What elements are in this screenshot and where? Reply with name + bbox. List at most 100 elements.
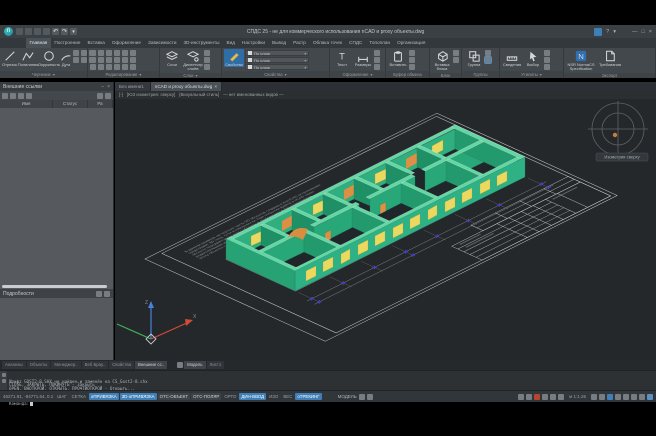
text-button[interactable]: T Текст: [332, 49, 352, 67]
help-button[interactable]: ?: [606, 29, 609, 35]
tool-icon[interactable]: [544, 50, 550, 56]
details-area[interactable]: [0, 298, 113, 360]
tool-icon[interactable]: [106, 57, 112, 63]
tool-icon[interactable]: [98, 50, 104, 56]
layout-icon[interactable]: [359, 394, 365, 400]
group-button[interactable]: Группа: [464, 49, 484, 67]
quick-access-icon[interactable]: [52, 28, 59, 35]
toolbar-icon[interactable]: [518, 394, 524, 400]
close-button[interactable]: ×: [649, 29, 652, 35]
view-scale[interactable]: м 1:1.26: [569, 394, 586, 399]
tool-icon[interactable]: [81, 50, 87, 56]
toolbar-icon[interactable]: [599, 394, 605, 400]
status-toggle[interactable]: ВЕС: [281, 393, 294, 400]
tool-icon[interactable]: [130, 64, 136, 70]
ribbon-tab[interactable]: Облака точек: [309, 38, 345, 48]
select-button[interactable]: Выбор: [523, 49, 543, 67]
document-tab[interactable]: nCAD и proxy объекты.dwg×: [151, 82, 222, 91]
ribbon-tab[interactable]: Оформление: [108, 38, 144, 48]
viewport-icon[interactable]: [367, 394, 373, 400]
toolbar-icon[interactable]: [526, 394, 532, 400]
toolbar-icon[interactable]: [26, 93, 32, 99]
tool-icon[interactable]: [485, 50, 491, 56]
toolbar-icon[interactable]: [534, 394, 540, 400]
match-properties-icon[interactable]: [409, 64, 415, 70]
status-toggle[interactable]: ОТС-ОБЪЕКТ: [158, 393, 191, 400]
ribbon-group-label[interactable]: Буфер обмена: [386, 71, 429, 78]
maximize-button[interactable]: □: [641, 29, 644, 35]
tool-icon[interactable]: [374, 57, 380, 63]
status-toggle[interactable]: оТРЕКИНГ: [295, 393, 321, 400]
tool-icon[interactable]: [544, 57, 550, 63]
ribbon-group-label[interactable]: Блок: [430, 73, 461, 78]
toolbar-icon[interactable]: [96, 291, 102, 297]
model-space-button[interactable]: МОДЕЛЬ: [338, 394, 357, 399]
ribbon-group-label[interactable]: Экспорт: [564, 73, 655, 78]
polyline-button[interactable]: Полилиния: [18, 49, 38, 67]
quick-access-icon[interactable]: [34, 28, 41, 35]
status-toggle[interactable]: 3D-оПРИВЯЗКА: [120, 393, 157, 400]
tool-icon[interactable]: [90, 50, 96, 56]
panel-tab[interactable]: Веб Брау..: [82, 361, 109, 369]
dimensions-button[interactable]: Размеры: [353, 49, 373, 67]
tool-icon[interactable]: [374, 64, 380, 70]
tool-icon[interactable]: [453, 57, 459, 63]
toolbar-icon[interactable]: [105, 93, 111, 99]
status-toggle[interactable]: СЕТКА: [70, 393, 88, 400]
tool-icon[interactable]: [114, 50, 120, 56]
tool-icon[interactable]: [98, 64, 104, 70]
ribbon-tab[interactable]: Главная: [26, 38, 51, 48]
cut-icon[interactable]: [409, 50, 415, 56]
layout-grid-icon[interactable]: [177, 362, 183, 368]
paste-button[interactable]: Вставить: [388, 49, 408, 67]
ribbon-tab[interactable]: Построение: [51, 38, 84, 48]
layer-on-icon[interactable]: [204, 50, 210, 56]
tool-icon[interactable]: [122, 57, 128, 63]
tool-icon[interactable]: [106, 50, 112, 56]
ribbon-tab[interactable]: Топоплан: [366, 38, 394, 48]
tool-icon[interactable]: [73, 57, 79, 63]
ribbon-tab[interactable]: Вставка: [84, 38, 108, 48]
ribbon-group-label[interactable]: Утилиты▾: [500, 71, 563, 78]
xref-list-area[interactable]: [0, 108, 113, 284]
help-dropdown-icon[interactable]: ▾: [613, 29, 616, 35]
toolbar-icon[interactable]: [647, 394, 653, 400]
ribbon-group-label[interactable]: Редактирование▾: [88, 71, 159, 78]
color-combo[interactable]: По слою▾: [245, 50, 309, 56]
viewport-control[interactable]: — нет именованных видов —: [223, 91, 283, 99]
viewport-control[interactable]: [-]: [119, 91, 123, 99]
ribbon-tab[interactable]: Настройки: [238, 38, 268, 48]
status-toggle[interactable]: ИЗО: [267, 393, 280, 400]
tool-icon[interactable]: [73, 50, 79, 56]
toolbar-icon[interactable]: [623, 394, 629, 400]
column-header-size[interactable]: Ра: [88, 100, 113, 108]
requirements-button[interactable]: Требования: [597, 49, 623, 67]
tool-icon[interactable]: [485, 57, 491, 63]
drawing-canvas[interactable]: В данном примере на чертеже часть 3D объ…: [115, 99, 656, 360]
tool-icon[interactable]: [374, 50, 380, 56]
layout-tab[interactable]: Модель: [184, 361, 205, 369]
toolbar-icon[interactable]: [558, 394, 564, 400]
tool-icon[interactable]: [130, 50, 136, 56]
panel-tab[interactable]: Свойства: [109, 361, 134, 369]
toolbar-icon[interactable]: [542, 394, 548, 400]
layer-manager-button[interactable]: Диспетчер слоёв: [183, 49, 203, 72]
tool-icon[interactable]: [106, 64, 112, 70]
tool-icon[interactable]: [544, 64, 550, 70]
ribbon-tab[interactable]: Зависимости: [145, 38, 180, 48]
tool-icon[interactable]: [122, 50, 128, 56]
ribbon-tab[interactable]: Вывод: [268, 38, 289, 48]
toolbar-icon[interactable]: [104, 291, 110, 297]
close-icon[interactable]: ×: [107, 84, 110, 90]
quick-access-icon[interactable]: [70, 28, 77, 35]
line-button[interactable]: Отрезок: [2, 49, 17, 67]
ribbon-tab[interactable]: Растр: [290, 38, 310, 48]
viewport-control[interactable]: [ЮЗ изометрия: сверху]: [127, 91, 175, 99]
tab-close-icon[interactable]: ×: [214, 82, 217, 91]
ribbon-tab[interactable]: 3D-инструменты: [180, 38, 223, 48]
status-toggle[interactable]: ДИН-ВВОД: [239, 393, 266, 400]
tool-icon[interactable]: [122, 64, 128, 70]
cmd-rail-icon[interactable]: [2, 373, 6, 377]
tool-icon[interactable]: [114, 57, 120, 63]
tool-icon[interactable]: [98, 57, 104, 63]
